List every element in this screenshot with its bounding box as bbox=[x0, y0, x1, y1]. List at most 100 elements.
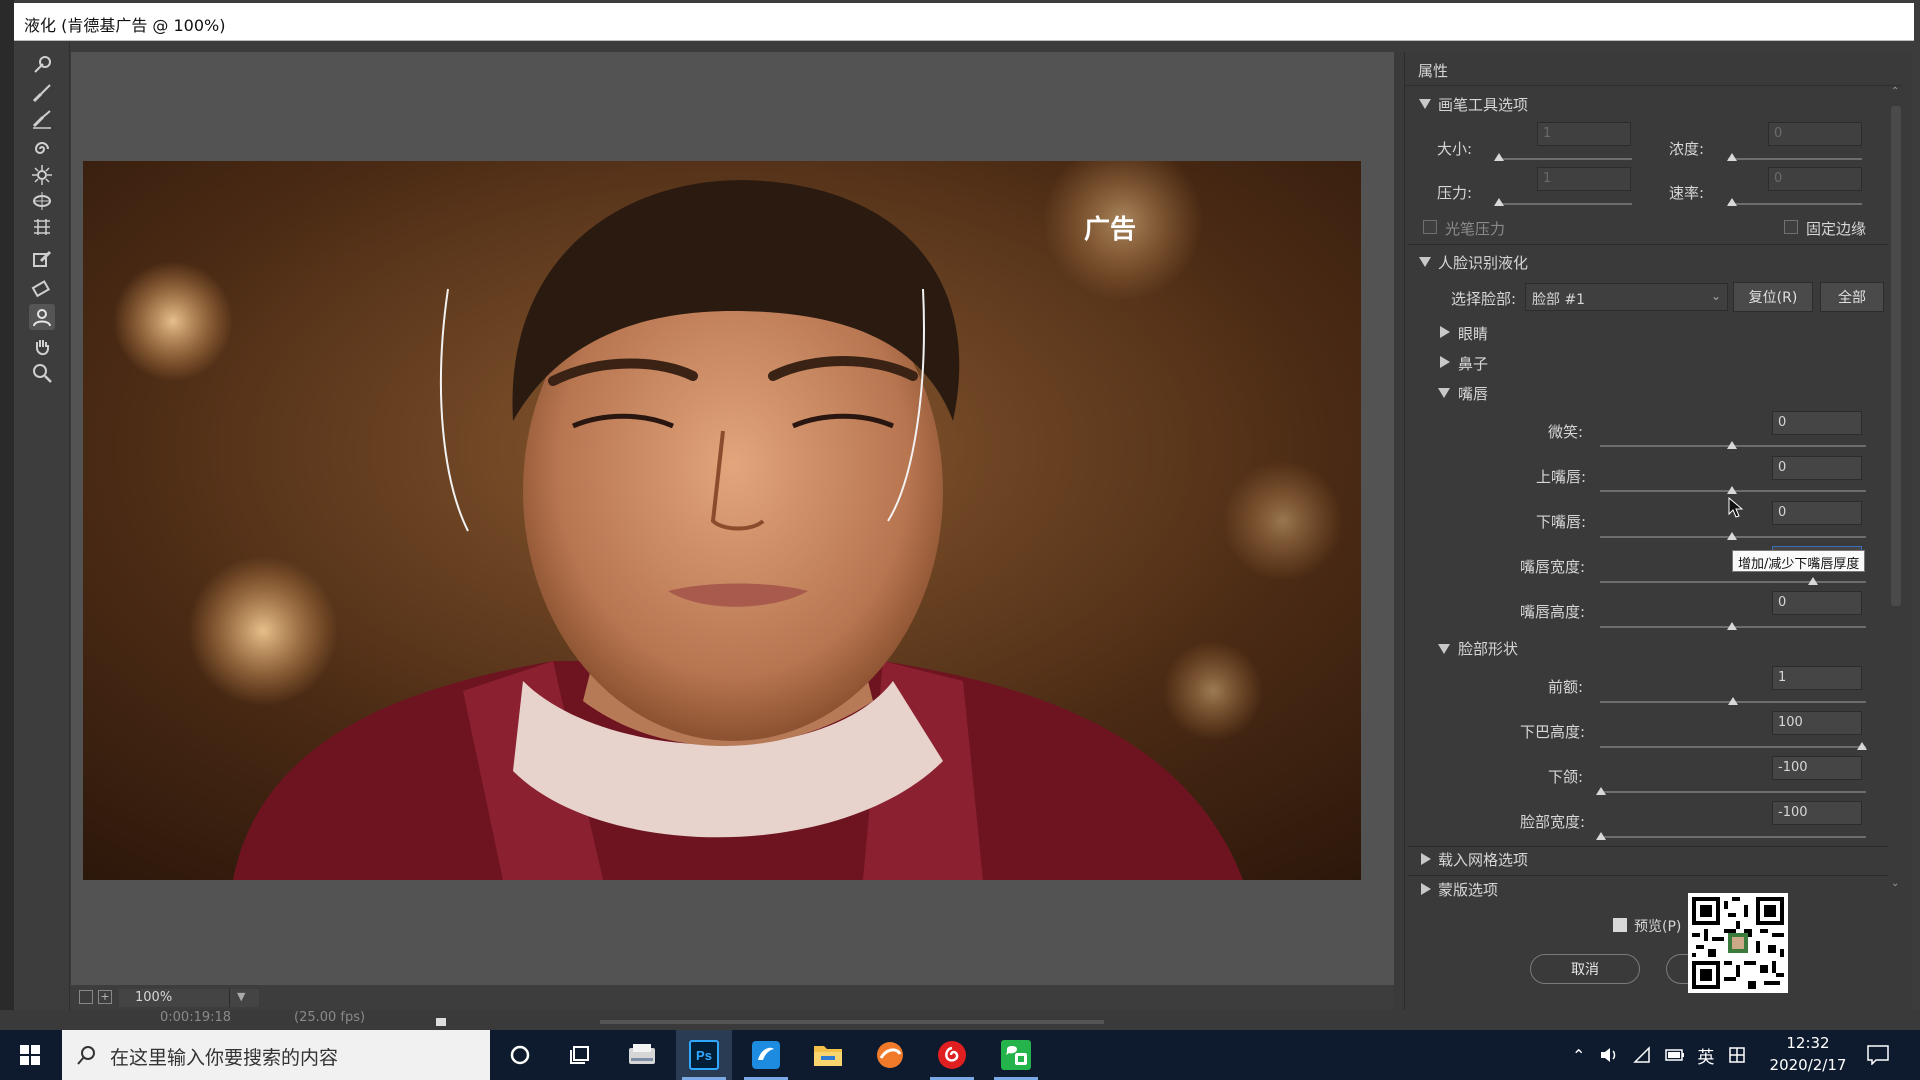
push-left-tool-icon[interactable] bbox=[29, 214, 55, 240]
chin-height-slider-thumb[interactable] bbox=[1857, 742, 1867, 750]
pucker-tool-icon[interactable] bbox=[29, 162, 55, 188]
bloat-tool-icon[interactable] bbox=[29, 188, 55, 214]
action-center-button[interactable] bbox=[1850, 1030, 1906, 1080]
upper-lip-slider-thumb[interactable] bbox=[1727, 486, 1737, 494]
load-mesh-options-label[interactable]: 载入网格选项 bbox=[1438, 849, 1528, 870]
face-width-slider-track[interactable] bbox=[1600, 836, 1866, 838]
mask-options-label[interactable]: 蒙版选项 bbox=[1438, 879, 1498, 900]
smile-slider-thumb[interactable] bbox=[1727, 441, 1737, 449]
size-slider-track[interactable] bbox=[1496, 158, 1632, 160]
mouth-label[interactable]: 嘴唇 bbox=[1458, 383, 1488, 404]
taskbar-app-orange[interactable] bbox=[862, 1030, 918, 1080]
chin-height-slider-track[interactable] bbox=[1600, 746, 1866, 748]
zoom-select[interactable]: 100% ▼ bbox=[119, 989, 259, 1007]
volume-icon[interactable] bbox=[1599, 1046, 1619, 1064]
jawline-slider-track[interactable] bbox=[1600, 791, 1866, 793]
face-section-title[interactable]: 人脸识别液化 bbox=[1438, 252, 1528, 273]
properties-scroll-thumb[interactable] bbox=[1891, 106, 1901, 606]
playhead-icon[interactable] bbox=[436, 1018, 446, 1026]
face-shape-toggle-icon[interactable] bbox=[1438, 644, 1450, 654]
mouth-toggle-icon[interactable] bbox=[1438, 388, 1450, 398]
scroll-up-icon[interactable]: ⌃ bbox=[1891, 86, 1899, 97]
cortana-button[interactable] bbox=[492, 1030, 548, 1080]
taskbar-app-scanner[interactable] bbox=[614, 1030, 670, 1080]
face-tool-icon[interactable] bbox=[29, 304, 55, 330]
rate-field[interactable]: 0 bbox=[1768, 167, 1862, 191]
nose-label[interactable]: 鼻子 bbox=[1458, 353, 1488, 374]
thaw-mask-tool-icon[interactable] bbox=[29, 274, 55, 300]
ime-language-indicator[interactable]: 英 bbox=[1697, 1043, 1714, 1068]
lower-lip-field[interactable]: 0 bbox=[1772, 501, 1862, 525]
timeline-scrollbar[interactable] bbox=[600, 1020, 1104, 1024]
fit-view-icon[interactable] bbox=[79, 990, 93, 1004]
eyes-label[interactable]: 眼睛 bbox=[1458, 323, 1488, 344]
mouth-height-field[interactable]: 0 bbox=[1772, 591, 1862, 615]
face-width-slider-thumb[interactable] bbox=[1596, 832, 1606, 840]
load-mesh-toggle-icon[interactable] bbox=[1421, 853, 1431, 865]
pressure-slider-thumb[interactable] bbox=[1494, 198, 1504, 206]
twirl-tool-icon[interactable] bbox=[29, 136, 55, 162]
taskbar-clock[interactable]: 12:32 2020/2/17 bbox=[1760, 1032, 1856, 1076]
forehead-slider-thumb[interactable] bbox=[1728, 697, 1738, 705]
face-width-label: 脸部宽度: bbox=[1520, 813, 1586, 831]
face-width-field[interactable]: -100 bbox=[1772, 801, 1862, 825]
taskbar-app-netease-music[interactable] bbox=[924, 1030, 980, 1080]
eyes-toggle-icon[interactable] bbox=[1440, 326, 1450, 338]
preview-checkbox[interactable] bbox=[1613, 918, 1627, 932]
density-slider-thumb[interactable] bbox=[1727, 153, 1737, 161]
smooth-tool-icon[interactable] bbox=[29, 106, 55, 132]
stylus-pressure-checkbox[interactable] bbox=[1423, 220, 1437, 234]
dialog-title: 液化 (肯德基广告 @ 100%) bbox=[24, 16, 226, 35]
cancel-button[interactable]: 取消 bbox=[1530, 954, 1640, 984]
reset-button[interactable]: 复位(R) bbox=[1733, 282, 1813, 312]
forehead-field[interactable]: 1 bbox=[1772, 666, 1862, 690]
taskbar-app-file-explorer[interactable] bbox=[800, 1030, 856, 1080]
pressure-slider-track[interactable] bbox=[1496, 203, 1632, 205]
density-slider-track[interactable] bbox=[1728, 158, 1862, 160]
reconstruct-tool-icon[interactable] bbox=[29, 80, 55, 106]
chevron-up-icon[interactable]: ⌃ bbox=[1572, 1046, 1585, 1065]
size-field[interactable]: 1 bbox=[1537, 122, 1631, 146]
ime-mode-icon[interactable] bbox=[1728, 1046, 1746, 1064]
mouth-width-slider-track[interactable] bbox=[1600, 581, 1866, 583]
nose-toggle-icon[interactable] bbox=[1440, 356, 1450, 368]
brush-section-title[interactable]: 画笔工具选项 bbox=[1438, 94, 1528, 115]
pin-edges-checkbox[interactable] bbox=[1784, 220, 1798, 234]
hand-tool-icon[interactable] bbox=[29, 334, 55, 360]
all-button[interactable]: 全部 bbox=[1820, 282, 1884, 312]
brush-section-toggle-icon[interactable] bbox=[1419, 99, 1431, 109]
rate-slider-thumb[interactable] bbox=[1727, 198, 1737, 206]
panel-divider[interactable] bbox=[1394, 52, 1404, 1010]
smile-field[interactable]: 0 bbox=[1772, 411, 1862, 435]
task-view-button[interactable] bbox=[552, 1030, 608, 1080]
mouth-height-slider-thumb[interactable] bbox=[1727, 622, 1737, 630]
pressure-field[interactable]: 1 bbox=[1537, 167, 1631, 191]
taskbar-search-box[interactable]: 在这里输入你要搜索的内容 bbox=[62, 1030, 490, 1080]
density-field[interactable]: 0 bbox=[1768, 122, 1862, 146]
select-face-dropdown[interactable]: 脸部 #1 ⌄ bbox=[1525, 283, 1728, 311]
face-shape-label[interactable]: 脸部形状 bbox=[1458, 638, 1518, 659]
taskbar-app-feather[interactable] bbox=[738, 1030, 794, 1080]
upper-lip-field[interactable]: 0 bbox=[1772, 456, 1862, 480]
mouth-width-slider-thumb[interactable] bbox=[1808, 577, 1818, 585]
zoom-in-icon[interactable]: + bbox=[98, 990, 112, 1004]
battery-icon[interactable] bbox=[1665, 1048, 1685, 1062]
mask-options-toggle-icon[interactable] bbox=[1421, 883, 1431, 895]
network-icon[interactable] bbox=[1633, 1046, 1651, 1064]
taskbar-app-photoshop[interactable]: Ps bbox=[676, 1030, 732, 1080]
lower-lip-tooltip: 增加/减少下嘴唇厚度 bbox=[1732, 550, 1866, 572]
taskbar-app-wechat-work[interactable] bbox=[988, 1030, 1044, 1080]
face-section-toggle-icon[interactable] bbox=[1419, 257, 1431, 267]
jawline-field[interactable]: -100 bbox=[1772, 756, 1862, 780]
zoom-tool-icon[interactable] bbox=[29, 360, 55, 386]
size-slider-thumb[interactable] bbox=[1494, 153, 1504, 161]
start-button[interactable] bbox=[2, 1030, 58, 1080]
jawline-slider-thumb[interactable] bbox=[1596, 787, 1606, 795]
lower-lip-slider-thumb[interactable] bbox=[1727, 532, 1737, 540]
forward-warp-tool-icon[interactable] bbox=[29, 52, 55, 78]
chin-height-field[interactable]: 100 bbox=[1772, 711, 1862, 735]
rate-slider-track[interactable] bbox=[1728, 203, 1862, 205]
preview-image[interactable]: 广告 bbox=[83, 161, 1361, 880]
freeze-mask-tool-icon[interactable] bbox=[29, 246, 55, 272]
scroll-down-icon[interactable]: ⌄ bbox=[1891, 878, 1899, 889]
